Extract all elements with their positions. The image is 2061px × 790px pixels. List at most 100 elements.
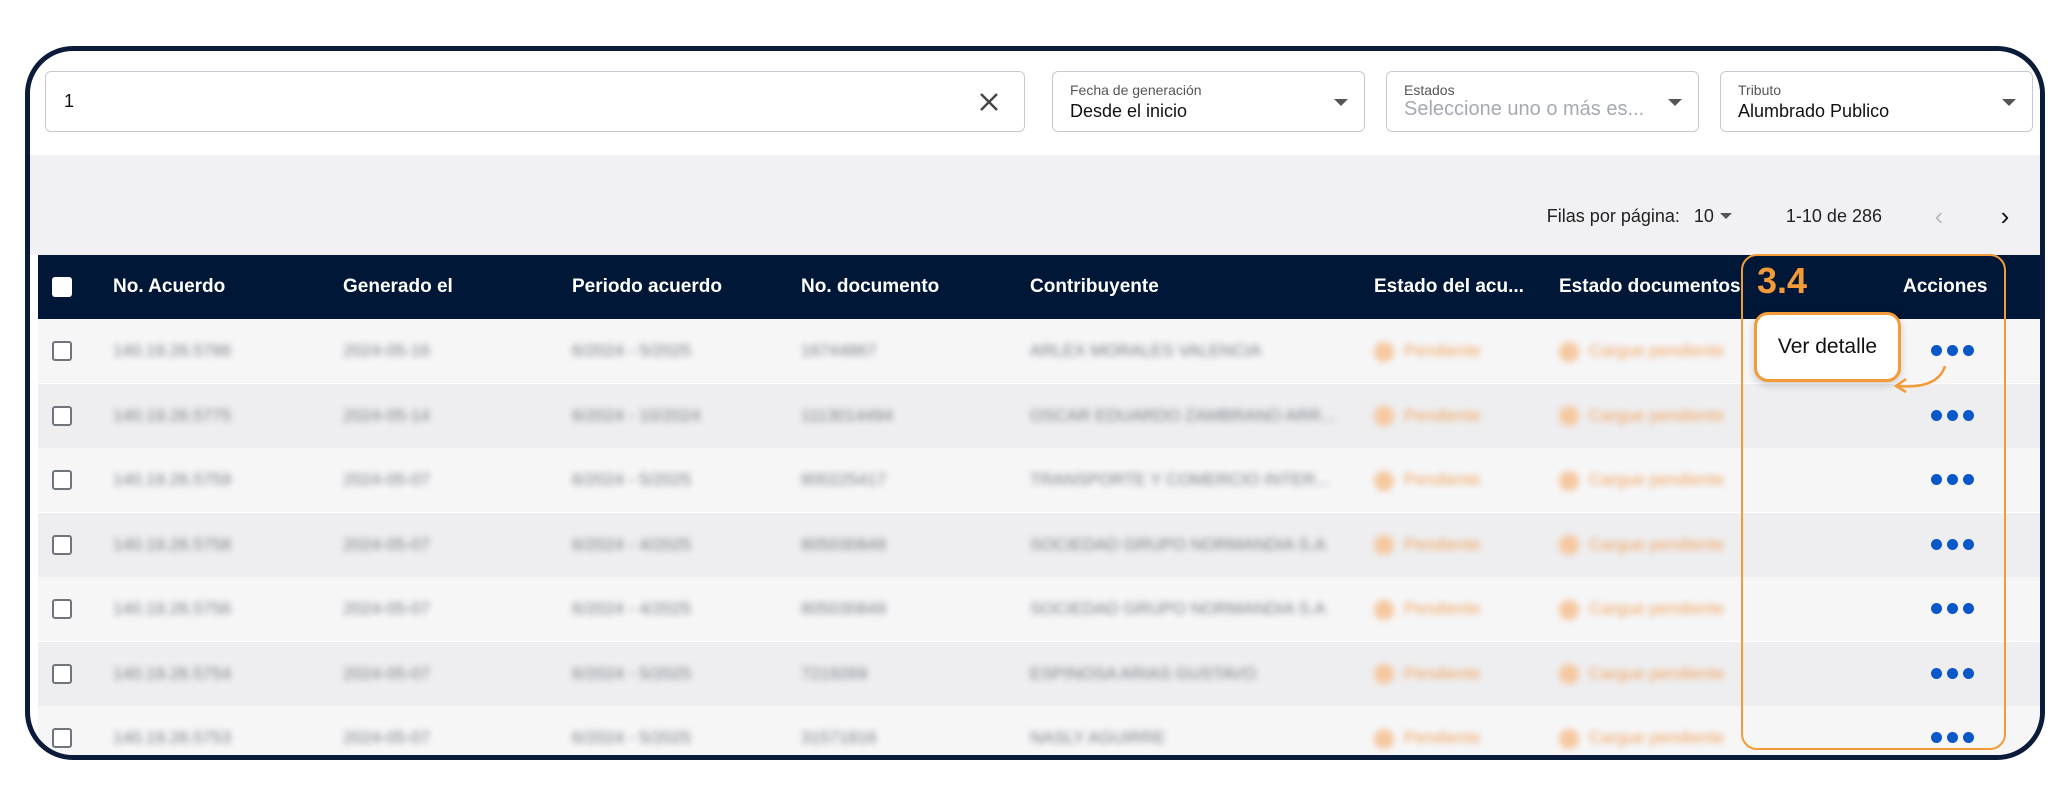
cell-generado: 2024-05-07 <box>343 534 430 554</box>
docs-text: Cargue pendiente <box>1589 534 1725 554</box>
cell-estado-documentos: Cargue pendiente <box>1559 577 1724 641</box>
estados-select[interactable]: Estados Seleccione uno o más es... <box>1386 71 1699 132</box>
more-actions-icon[interactable] <box>1931 409 1974 421</box>
header-generado-el[interactable]: Generado el <box>343 255 453 319</box>
clock-icon <box>1374 406 1394 427</box>
cell-generado: 2024-05-07 <box>343 470 430 489</box>
row-checkbox[interactable] <box>52 341 72 361</box>
rows-per-page-label: Filas por página: <box>1546 205 1680 226</box>
header-no-acuerdo[interactable]: No. Acuerdo <box>113 255 225 319</box>
pagination: Filas por página: 10 1-10 de 286 ‹ › <box>1547 201 2020 231</box>
cell-no-acuerdo: 140.19.26.5753 <box>113 728 232 747</box>
cell-estado-documentos: Cargue pendiente <box>1559 384 1724 448</box>
tributo-select[interactable]: Tributo Alumbrado Publico <box>1720 71 2033 132</box>
table-row[interactable]: 140.19.26.5759 2024-05-07 6/2024 - 5/2025 8… <box>38 448 2040 512</box>
clock-icon <box>1559 664 1579 685</box>
table-row[interactable]: 140.19.26.5775 2024-05-14 6/2024 - 10/2024… <box>38 383 2040 448</box>
cell-no-acuerdo: 140.19.26.5759 <box>113 470 232 489</box>
cell-no-acuerdo: 140.19.26.5756 <box>113 599 232 618</box>
cell-periodo: 6/2024 - 4/2025 <box>572 534 692 554</box>
header-periodo[interactable]: Periodo acuerdo <box>572 255 722 319</box>
chevron-down-icon[interactable] <box>1719 213 1732 219</box>
docs-text: Cargue pendiente <box>1589 405 1725 425</box>
cell-contribuyente: SOCIEDAD GRUPO NORMANDIA S.A <box>1030 599 1326 618</box>
docs-text: Cargue pendiente <box>1589 341 1725 360</box>
cell-periodo: 6/2024 - 5/2025 <box>572 728 692 747</box>
cell-periodo: 6/2024 - 5/2025 <box>572 470 692 489</box>
tributo-label: Tributo <box>1738 82 1782 98</box>
ver-detalle-tooltip[interactable]: Ver detalle <box>1754 312 1901 382</box>
chevron-down-icon <box>1334 99 1348 106</box>
close-icon[interactable] <box>974 87 1004 117</box>
cell-no-acuerdo: 140.19.26.5786 <box>113 341 232 360</box>
estado-text: Pendiente <box>1404 470 1481 489</box>
fecha-select[interactable]: Fecha de generación Desde el inicio <box>1052 71 1365 132</box>
chevron-down-icon <box>1668 99 1682 106</box>
clock-icon <box>1374 599 1394 620</box>
row-checkbox[interactable] <box>52 599 72 619</box>
more-actions-icon[interactable] <box>1931 538 1974 550</box>
row-checkbox[interactable] <box>52 663 72 684</box>
cell-no-acuerdo: 140.19.26.5754 <box>113 663 232 683</box>
cell-contribuyente: ARLEX MORALES VALENCIA <box>1030 341 1262 360</box>
estado-text: Pendiente <box>1404 728 1481 747</box>
row-checkbox[interactable] <box>52 728 72 748</box>
table-header: No. Acuerdo Generado el Periodo acuerdo … <box>38 255 2040 319</box>
row-checkbox[interactable] <box>52 534 72 555</box>
header-estado-documentos[interactable]: Estado documentos <box>1559 255 1741 319</box>
cell-estado-acuerdo: Pendiente <box>1374 706 1481 755</box>
table-row[interactable]: 140.19.26.5786 2024-05-16 6/2024 - 5/2025 1… <box>38 319 2040 383</box>
docs-text: Cargue pendiente <box>1589 728 1725 747</box>
chevron-left-icon[interactable]: ‹ <box>1924 201 1954 231</box>
page-range: 1-10 de 286 <box>1785 205 1882 226</box>
clock-icon <box>1374 470 1394 491</box>
estados-label: Estados <box>1404 82 1455 98</box>
cell-estado-acuerdo: Pendiente <box>1374 577 1481 641</box>
cell-contribuyente: ESPINOSA ARIAS GUSTAVO <box>1030 663 1257 683</box>
chevron-right-icon[interactable]: › <box>1990 201 2020 231</box>
row-checkbox[interactable] <box>52 470 72 490</box>
more-actions-icon[interactable] <box>1931 667 1974 679</box>
cell-documento: 7219269 <box>801 663 868 683</box>
table-row[interactable]: 140.19.26.5756 2024-05-07 6/2024 - 4/2025 8… <box>38 577 2040 641</box>
estado-text: Pendiente <box>1404 534 1481 554</box>
docs-text: Cargue pendiente <box>1589 470 1725 489</box>
cell-estado-documentos: Cargue pendiente <box>1559 706 1725 755</box>
rows-per-page-select[interactable]: 10 <box>1694 206 1714 227</box>
docs-text: Cargue pendiente <box>1589 599 1725 618</box>
more-actions-icon[interactable] <box>1931 474 1974 485</box>
estado-text: Pendiente <box>1404 663 1481 683</box>
clock-icon <box>1559 341 1579 362</box>
table-row[interactable]: 140.19.26.5753 2024-05-07 6/2024 - 5/2025 3… <box>38 706 2040 755</box>
filter-bar: 1 Fecha de generación Desde el inicio Es… <box>30 51 2040 155</box>
cell-no-acuerdo: 140.19.26.5758 <box>113 534 232 554</box>
clock-icon <box>1559 728 1579 749</box>
more-actions-icon[interactable] <box>1931 603 1974 614</box>
clock-icon <box>1374 341 1394 362</box>
header-no-documento[interactable]: No. documento <box>801 255 939 319</box>
table-row[interactable]: 140.19.26.5758 2024-05-07 6/2024 - 4/2025 8… <box>38 512 2040 577</box>
more-actions-icon[interactable] <box>1931 732 1974 743</box>
cell-estado-acuerdo: Pendiente <box>1374 384 1481 448</box>
estado-text: Pendiente <box>1404 341 1481 360</box>
cell-generado: 2024-05-07 <box>343 728 430 747</box>
table-row[interactable]: 140.19.26.5754 2024-05-07 6/2024 - 5/2025 7… <box>38 641 2040 706</box>
header-estado-acuerdo[interactable]: Estado del acu... <box>1374 255 1524 319</box>
more-actions-icon[interactable] <box>1931 345 1974 356</box>
cell-generado: 2024-05-16 <box>343 341 430 360</box>
tributo-value: Alumbrado Publico <box>1738 101 1890 121</box>
cell-documento: 800225417 <box>801 470 887 489</box>
search-input[interactable]: 1 <box>45 71 1025 132</box>
cell-documento: 16744867 <box>801 341 877 360</box>
clock-icon <box>1559 535 1579 556</box>
curved-arrow-icon <box>1893 365 1947 394</box>
header-acciones: Acciones <box>1903 276 1988 297</box>
cell-estado-acuerdo: Pendiente <box>1374 642 1481 706</box>
estados-placeholder: Seleccione uno o más es... <box>1404 98 1645 120</box>
row-checkbox[interactable] <box>52 405 72 426</box>
select-all-checkbox[interactable] <box>52 277 72 297</box>
header-contribuyente[interactable]: Contribuyente <box>1030 255 1159 319</box>
cell-estado-acuerdo: Pendiente <box>1374 319 1481 383</box>
clock-icon <box>1559 470 1579 491</box>
cell-generado: 2024-05-07 <box>343 599 430 618</box>
